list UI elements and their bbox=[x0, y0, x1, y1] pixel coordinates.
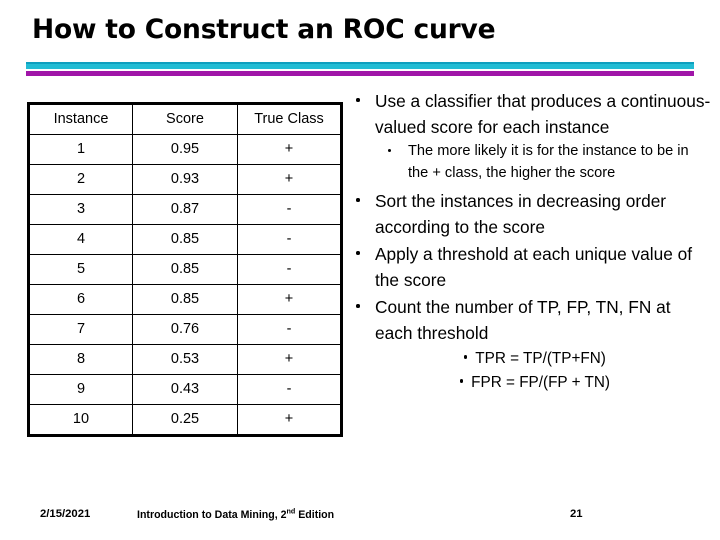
bullet-subitem-1: The more likely it is for the instance t… bbox=[350, 141, 712, 184]
formula-fpr-text: FPR = FP/(FP + TN) bbox=[471, 374, 611, 391]
page-title: How to Construct an ROC curve bbox=[32, 14, 496, 45]
cell-instance: 4 bbox=[28, 224, 133, 255]
table-row: 10 0.25 + bbox=[28, 404, 342, 436]
cell-score: 0.95 bbox=[132, 134, 238, 165]
cell-true-class: + bbox=[237, 134, 342, 165]
footer-source-prefix: Introduction to Data Mining, 2 bbox=[137, 509, 287, 521]
footer-source-suffix: Edition bbox=[295, 509, 335, 521]
cell-true-class: - bbox=[237, 314, 342, 345]
formula-fpr: FPR = FP/(FP + TN) bbox=[350, 371, 712, 395]
bullet-item-3: Apply a threshold at each unique value o… bbox=[350, 241, 712, 293]
column-header-instance: Instance bbox=[28, 103, 133, 135]
table-header-row: Instance Score True Class bbox=[28, 103, 342, 135]
bullet-item-2-text: Sort the instances in decreasing order a… bbox=[375, 191, 667, 237]
bullet-subitem-1-text: The more likely it is for the instance t… bbox=[408, 143, 689, 181]
cell-true-class: - bbox=[237, 254, 342, 285]
table-row: 5 0.85- bbox=[28, 254, 342, 285]
table-row: 2 0.93 + bbox=[28, 164, 342, 195]
bullet-item-2: Sort the instances in decreasing order a… bbox=[350, 188, 712, 240]
bullet-dot-icon bbox=[356, 98, 360, 102]
formula-tpr-text: TPR = TP/(TP+FN) bbox=[475, 350, 606, 367]
bullet-item-1: Use a classifier that produces a continu… bbox=[350, 88, 712, 140]
table-row: 4 0.85- bbox=[28, 224, 342, 255]
bullet-item-3-text: Apply a threshold at each unique value o… bbox=[375, 244, 693, 290]
bullet-dot-icon bbox=[459, 379, 464, 383]
cell-instance: 3 bbox=[28, 194, 133, 225]
bullet-item-1-text: Use a classifier that produces a continu… bbox=[375, 91, 711, 137]
cell-instance: 9 bbox=[28, 374, 133, 405]
bullet-content: Use a classifier that produces a continu… bbox=[350, 88, 712, 395]
bullet-dot-icon bbox=[388, 149, 391, 152]
bullet-dot-icon bbox=[356, 198, 360, 202]
cell-true-class: - bbox=[237, 194, 342, 225]
cell-true-class: + bbox=[237, 404, 342, 436]
bullet-item-4-text: Count the number of TP, FP, TN, FN at ea… bbox=[375, 297, 671, 343]
cell-score: 0.85 bbox=[132, 224, 238, 255]
cell-true-class: - bbox=[237, 224, 342, 255]
cell-score: 0.85 bbox=[132, 254, 238, 285]
table-row: 7 0.76- bbox=[28, 314, 342, 345]
cell-instance: 8 bbox=[28, 344, 133, 375]
cell-score: 0.43 bbox=[132, 374, 238, 405]
table-row: 1 0.95 + bbox=[28, 134, 342, 165]
formula-tpr: TPR = TP/(TP+FN) bbox=[350, 347, 712, 371]
cell-instance: 7 bbox=[28, 314, 133, 345]
bullet-dot-icon bbox=[464, 355, 468, 359]
table-row: 3 0.87- bbox=[28, 194, 342, 225]
bullet-dot-icon bbox=[356, 251, 360, 255]
cell-instance: 5 bbox=[28, 254, 133, 285]
footer-source-ordinal: nd bbox=[286, 506, 296, 516]
bullet-item-4: Count the number of TP, FP, TN, FN at ea… bbox=[350, 294, 712, 346]
cell-instance: 10 bbox=[28, 404, 133, 436]
cell-score: 0.85 bbox=[132, 284, 238, 315]
divider-band-purple bbox=[26, 71, 694, 76]
column-header-score: Score bbox=[132, 103, 238, 135]
cell-true-class: + bbox=[237, 284, 342, 315]
cell-true-class: + bbox=[237, 164, 342, 195]
roc-instances-table: Instance Score True Class 1 0.95 +2 0.93 +3 0… bbox=[27, 102, 343, 437]
cell-instance: 2 bbox=[28, 164, 133, 195]
cell-true-class: - bbox=[237, 374, 342, 405]
column-header-true-class: True Class bbox=[237, 103, 342, 135]
footer-source: Introduction to Data Mining, 2nd Edition bbox=[137, 506, 335, 521]
footer-date: 2/15/2021 bbox=[40, 508, 91, 520]
cell-score: 0.53 bbox=[132, 344, 238, 375]
cell-score: 0.87 bbox=[132, 194, 238, 225]
cell-instance: 6 bbox=[28, 284, 133, 315]
cell-score: 0.25 bbox=[132, 404, 238, 436]
table-row: 9 0.43- bbox=[28, 374, 342, 405]
cell-true-class: + bbox=[237, 344, 342, 375]
cell-instance: 1 bbox=[28, 134, 133, 165]
footer-page-number: 21 bbox=[570, 508, 583, 520]
bullet-dot-icon bbox=[356, 304, 360, 308]
table-row: 8 0.53 + bbox=[28, 344, 342, 375]
table-row: 6 0.85 + bbox=[28, 284, 342, 315]
title-divider bbox=[26, 62, 694, 78]
cell-score: 0.93 bbox=[132, 164, 238, 195]
cell-score: 0.76 bbox=[132, 314, 238, 345]
